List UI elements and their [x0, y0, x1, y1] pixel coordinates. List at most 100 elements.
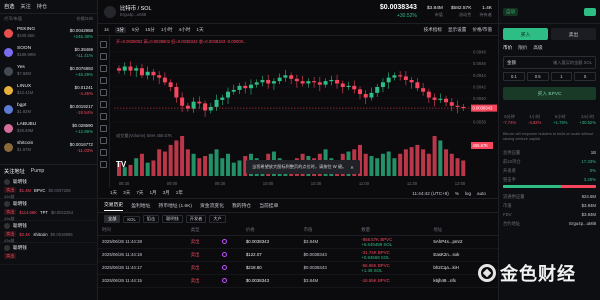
- trades-tab[interactable]: 持币地址 (1.6K): [158, 202, 192, 209]
- buy-button[interactable]: 买入 BPVC: [503, 87, 596, 100]
- tab-pump[interactable]: Pump: [31, 168, 45, 174]
- hint-toast: 当您希望放大图标到整页的点位时，请按住 W 键。 ✕: [246, 160, 360, 174]
- performance-strip: 5分钟 -7.74% 1小时 -4.62% 6小时 +1.76% 24小时 +30.52…: [499, 100, 600, 126]
- column-header: 类型: [186, 225, 218, 236]
- contract-address[interactable]: Ergu4p...uMi8: [120, 12, 151, 17]
- preset-3[interactable]: 5: [574, 72, 596, 81]
- signals-tabs: 关注地址 Pump: [0, 165, 98, 177]
- tab-limit[interactable]: 限价: [518, 45, 527, 51]
- range-1d[interactable]: 1天: [110, 190, 117, 196]
- percent-toggle[interactable]: %: [455, 191, 459, 196]
- holder-ratio-bar: [503, 185, 596, 188]
- candle-body: [145, 71, 150, 76]
- filter-chip[interactable]: 大户: [209, 215, 226, 223]
- cell-maker: [217, 274, 242, 288]
- volume-bar: [203, 156, 208, 176]
- range-3d[interactable]: 3天: [123, 190, 130, 196]
- perf-24h: 24小时 +30.52%: [579, 114, 596, 125]
- preset-1[interactable]: 0.5: [526, 72, 549, 81]
- toolbar-item[interactable]: 1小时: [161, 27, 173, 33]
- toolbar-item[interactable]: 显示设置: [448, 27, 466, 33]
- signal-wallet: 聪明钱: [13, 223, 27, 228]
- tab-advanced[interactable]: 高级: [533, 45, 542, 51]
- token-row[interactable]: LABUBU $28.69M $0.028690 +12.89%: [0, 119, 97, 138]
- tab-watchlist[interactable]: 自选: [4, 3, 14, 10]
- candle-body: [220, 97, 225, 100]
- filter-chip[interactable]: 狙击: [142, 215, 160, 223]
- token-row[interactable]: PEKING $435.55K $0.0042958 +245.38%: [0, 24, 97, 43]
- filter-chip[interactable]: 全部: [104, 215, 121, 223]
- tab-followed-addresses[interactable]: 关注地址: [4, 168, 25, 175]
- log-toggle[interactable]: log: [465, 191, 471, 196]
- toolbar-item[interactable]: 4小时: [179, 27, 191, 33]
- column-header: 数量: [357, 225, 430, 236]
- table-row[interactable]: 2025/06/26 11:44:28 卖出 $0.0038343 $3.84M -85…: [98, 235, 498, 249]
- cell-mcap: $3.84M: [299, 274, 358, 288]
- trades-tab[interactable]: 我的持仓: [232, 202, 251, 209]
- tab-holdings[interactable]: 持仓: [37, 3, 47, 10]
- toolbar-item[interactable]: 15分: [145, 27, 155, 33]
- toolbar-item[interactable]: 1s: [104, 27, 109, 32]
- token-price: $0.0019217: [69, 104, 93, 109]
- signal-item[interactable]: 聪明钱 卖出 $1.4M BPVC $0.0037208 42s前: [0, 177, 98, 199]
- maker-icon: [221, 264, 227, 270]
- meta-contract[interactable]: 合约地址 Ergu4p...uMi8: [503, 219, 596, 228]
- toolbar-item[interactable]: 1天: [196, 27, 203, 33]
- signal-item[interactable]: 聪明钱 卖出 $2.4K shitcoin $0.0016895 43s前: [0, 221, 98, 243]
- filter-chip[interactable]: KOL: [123, 215, 140, 223]
- auto-toggle[interactable]: auto: [477, 191, 486, 196]
- auto-badge[interactable]: 自动: [503, 7, 518, 16]
- token-avatar: [4, 124, 13, 133]
- signal-item[interactable]: 聪明钱 卖出 $114.68K TPT $0.0022254 43s前: [0, 199, 98, 221]
- sell-tab[interactable]: 卖出: [551, 28, 596, 40]
- toolbar-item[interactable]: 价格/市值: [472, 27, 492, 33]
- token-row[interactable]: SOON $189.99M $0.39469 +11.41%: [0, 43, 97, 62]
- table-row[interactable]: 2025/06/26 11:44:18 卖出 $122.07 $0.0038343 -3…: [98, 248, 498, 262]
- token-row[interactable]: LINUX $12.41M $0.01241 -4.45%: [0, 81, 97, 100]
- trades-tab[interactable]: 盈利地址: [131, 202, 150, 209]
- range-7d[interactable]: 7天: [136, 190, 143, 196]
- token-header: 比特币 / SOL Ergu4p...uMi8 $0.0038343 +30.5…: [98, 0, 498, 24]
- volume-bar: [174, 140, 179, 176]
- token-price: $0.39469: [74, 47, 93, 52]
- cell-price: $218.80: [241, 261, 300, 275]
- toolbar-item[interactable]: 5分: [132, 27, 139, 33]
- toolbar-item[interactable]: 1分: [114, 26, 127, 33]
- meta-mcap: 市值 $3.84M: [503, 202, 596, 209]
- range-1m[interactable]: 1月: [149, 190, 156, 196]
- close-icon[interactable]: ✕: [350, 165, 354, 170]
- add-button[interactable]: [584, 7, 596, 16]
- token-row[interactable]: shitcoin $1.67M $0.0016772 -11.03%: [0, 138, 97, 157]
- toolbar-item[interactable]: 技术指标: [424, 27, 442, 33]
- signal-side: 卖出: [4, 231, 17, 237]
- trades-tab[interactable]: 交易历史: [104, 201, 124, 211]
- maker-icon: [221, 251, 227, 257]
- tab-market[interactable]: 市价: [503, 45, 512, 51]
- token-row[interactable]: Yes $7.69M $0.0076893 +46.29%: [0, 62, 97, 81]
- range-1y[interactable]: 1年: [176, 190, 183, 196]
- table-row[interactable]: 2025/06/26 11:44:15 卖出 $0.0038343 $3.84M -16…: [98, 274, 498, 288]
- trade-panel-top: 自动: [499, 0, 600, 24]
- trades-tab[interactable]: 资金流变化: [200, 202, 224, 209]
- amount-input[interactable]: 金额 输入要买的金额 SOL: [503, 56, 596, 69]
- volume-bar: [231, 162, 236, 176]
- preset-0[interactable]: 0.1: [503, 72, 525, 81]
- volume-bar: [415, 144, 420, 176]
- filter-chip[interactable]: 聪明钱: [162, 215, 183, 223]
- range-3m[interactable]: 3月: [163, 190, 170, 196]
- token-row[interactable]: bgpt $1.92M $0.0019217 -19.54%: [0, 100, 97, 119]
- candle-body: [398, 75, 403, 77]
- signal-item[interactable]: 聪明钱 卖出: [0, 243, 98, 265]
- token-name-block: shitcoin $1.67M: [17, 141, 66, 153]
- table-row[interactable]: 2025/06/26 11:44:17 卖出 $218.80 $0.0038343 -5…: [98, 261, 498, 275]
- buy-tab[interactable]: 买入: [503, 28, 548, 40]
- filter-chip[interactable]: 开发者: [185, 215, 207, 223]
- price-change: +30.52%: [396, 12, 417, 19]
- volume-bar: [444, 149, 449, 176]
- price-chart[interactable]: 0.00480.00460.00440.00420.00400.00380.00…: [98, 36, 498, 188]
- tab-follow[interactable]: 关注: [20, 3, 30, 10]
- candle-body: [248, 84, 253, 89]
- preset-2[interactable]: 1: [550, 72, 573, 81]
- trades-tab[interactable]: 当前挂单: [259, 202, 278, 209]
- column-header: 时间: [98, 225, 187, 236]
